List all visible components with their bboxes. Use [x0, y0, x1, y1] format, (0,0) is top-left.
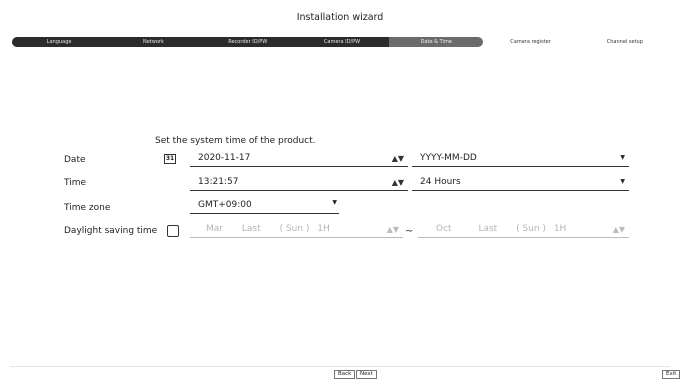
triangle-down-icon: ▼: [620, 178, 625, 185]
wizard-steps: Language Network Recorder ID/PW Camera I…: [12, 37, 672, 47]
footer-divider: [10, 366, 670, 367]
dst-start-hour: 1H: [317, 224, 330, 234]
step-language[interactable]: Language: [12, 37, 107, 47]
time-label: Time: [64, 178, 87, 188]
date-format-select[interactable]: YYYY-MM-DD ▼: [412, 150, 629, 167]
step-network[interactable]: Network: [106, 37, 201, 47]
time-format-select[interactable]: 24 Hours ▼: [412, 174, 629, 191]
dst-label: Daylight saving time: [64, 226, 158, 236]
step-camera-register[interactable]: Camera register: [483, 37, 577, 47]
date-format-value: YYYY-MM-DD: [420, 153, 477, 163]
date-input[interactable]: 2020-11-17 ▲▼: [190, 150, 408, 167]
up-down-spinner-icon[interactable]: ▲▼: [387, 221, 399, 238]
step-recorder-id-pw[interactable]: Recorder ID/PW: [200, 37, 295, 47]
next-button[interactable]: Next: [356, 370, 377, 379]
triangle-down-icon: ▼: [620, 154, 625, 161]
wizard-title: Installation wizard: [296, 12, 384, 23]
dst-end-week: Last: [478, 224, 498, 234]
step-channel-setup[interactable]: Channel setup: [578, 37, 672, 47]
date-label: Date: [64, 155, 86, 165]
dst-start-select[interactable]: Mar Last ( Sun ) 1H ▲▼: [190, 221, 403, 238]
time-value: 13:21:57: [198, 177, 239, 187]
timezone-select[interactable]: GMT+09:00 ▼: [190, 197, 339, 214]
time-format-value: 24 Hours: [420, 177, 461, 187]
dst-range-separator: ~: [405, 226, 414, 237]
dst-end-day: ( Sun ): [516, 224, 546, 234]
up-down-spinner-icon[interactable]: ▲▼: [392, 174, 404, 191]
dst-end-hour: 1H: [553, 224, 567, 234]
dst-end-month: Oct: [436, 224, 452, 234]
calendar-icon[interactable]: 31: [164, 154, 176, 164]
triangle-down-icon: ▼: [332, 199, 337, 206]
dst-start-week: Last: [241, 224, 261, 234]
up-down-spinner-icon[interactable]: ▲▼: [392, 150, 404, 167]
back-button[interactable]: Back: [334, 370, 356, 379]
up-down-spinner-icon[interactable]: ▲▼: [613, 221, 625, 238]
dst-checkbox[interactable]: [167, 225, 179, 237]
step-date-time[interactable]: Date & Time: [389, 37, 484, 47]
exit-button[interactable]: Exit: [662, 370, 680, 379]
dst-end-select[interactable]: Oct Last ( Sun ) 1H ▲▼: [418, 221, 629, 238]
dst-start-day: ( Sun ): [279, 224, 310, 234]
timezone-value: GMT+09:00: [198, 200, 252, 210]
installation-wizard-window: Installation wizard Language Network Rec…: [0, 0, 680, 382]
step-camera-id-pw[interactable]: Camera ID/PW: [294, 37, 390, 47]
timezone-label: Time zone: [64, 203, 111, 213]
intro-text: Set the system time of the product.: [155, 136, 316, 146]
date-value: 2020-11-17: [198, 153, 251, 163]
time-input[interactable]: 13:21:57 ▲▼: [190, 174, 408, 191]
dst-start-month: Mar: [206, 224, 223, 234]
